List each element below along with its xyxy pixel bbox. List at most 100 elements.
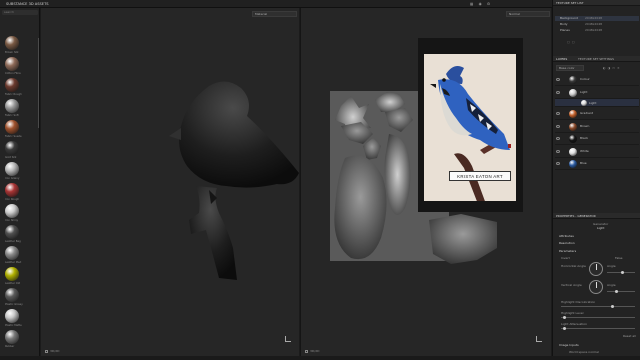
- app-title: SUBSTANCE 3D ASSETS: [6, 2, 49, 6]
- visibility-eye-icon[interactable]: [556, 162, 560, 165]
- material-label: Iron Grainy: [5, 177, 20, 180]
- layer-name: Blue: [580, 161, 587, 165]
- material-label: Plastic Matte: [5, 324, 22, 327]
- horizontal-angle-word: Angle: [607, 264, 616, 268]
- layer-row[interactable]: Blue: [555, 158, 639, 170]
- material-label: Iron Rough: [5, 198, 20, 201]
- camera-icon[interactable]: ◉: [479, 2, 484, 6]
- highlight-level-slider[interactable]: [561, 316, 635, 319]
- material-thumbnail[interactable]: [5, 246, 19, 260]
- visibility-eye-icon[interactable]: [556, 137, 560, 140]
- material-label: Gold Silk: [5, 156, 17, 159]
- layer-name: White: [580, 148, 589, 153]
- section-parameters[interactable]: Parameters: [559, 249, 576, 253]
- material-label: Cotton Fibre: [5, 72, 21, 75]
- texture-set-name: Background: [560, 16, 578, 20]
- bird-3d-model: [169, 81, 299, 280]
- generator-name[interactable]: Light: [597, 226, 605, 230]
- material-thumbnail[interactable]: [5, 141, 19, 155]
- material-label: Leather Old: [5, 282, 21, 285]
- material-thumbnail[interactable]: [5, 225, 19, 239]
- texture-set-row[interactable]: Planes 2048x2048: [555, 28, 639, 33]
- layer-thumbnail: [569, 160, 577, 168]
- material-thumbnail[interactable]: [5, 120, 19, 134]
- layer-row[interactable]: Light: [555, 99, 639, 107]
- reference-image-window[interactable]: KRISTA EATON ART: [418, 38, 523, 212]
- material-thumbnail[interactable]: [5, 162, 19, 176]
- settings-icon[interactable]: ⚙: [487, 2, 492, 6]
- asset-shelf: search Brown Silk Cotton Fibre Fabric Roug…: [0, 8, 40, 360]
- material-thumbnail[interactable]: [5, 78, 19, 92]
- invert-value[interactable]: False: [615, 256, 623, 260]
- material-thumbnail[interactable]: [5, 36, 19, 50]
- slider-knob[interactable]: [563, 327, 566, 330]
- viewport-3d[interactable]: Material 3D/2D: [41, 8, 299, 356]
- visibility-eye-icon[interactable]: [556, 90, 560, 94]
- viewport-3d-footer[interactable]: 3D/2D: [45, 349, 59, 353]
- material-thumbnail[interactable]: [5, 330, 19, 344]
- material-thumbnail[interactable]: [5, 183, 19, 197]
- texture-set-size: 2048x2048: [585, 28, 603, 32]
- visibility-eye-icon[interactable]: [556, 149, 560, 153]
- material-label: Fabric Soft: [5, 114, 19, 117]
- top-bar-icons: ▦ ◉ ⚙: [470, 2, 492, 6]
- blend-mode-dropdown[interactable]: Base color: [556, 65, 584, 71]
- right-panel: TEXTURE SET LIST Background 2048x2048 Body…: [552, 0, 640, 360]
- visibility-eye-icon[interactable]: [556, 78, 560, 81]
- layer-row[interactable]: Light: [555, 87, 639, 99]
- horizontal-angle-dial[interactable]: [589, 262, 603, 276]
- layer-row[interactable]: White: [555, 146, 639, 158]
- shelf-scrollbar[interactable]: [38, 38, 39, 128]
- slider-knob[interactable]: [615, 290, 618, 293]
- highlight-discoloration-label: Highlight Discoloration: [561, 300, 596, 304]
- checkbox-icon[interactable]: [305, 349, 308, 353]
- slider-knob[interactable]: [563, 316, 566, 319]
- layer-thumbnail: [569, 110, 577, 118]
- tab-layers[interactable]: LAYERS: [556, 56, 567, 62]
- horizontal-angle-slider[interactable]: [607, 271, 635, 274]
- section-attributes[interactable]: Attributes: [559, 234, 574, 238]
- layer-row[interactable]: Colour: [555, 74, 639, 86]
- texture-set-list-header: TEXTURE SET LIST: [553, 0, 640, 6]
- world-space-normal-input[interactable]: World space normal: [569, 350, 599, 354]
- visibility-eye-icon[interactable]: [556, 124, 560, 128]
- texture-set-row[interactable]: Body 2048x2048: [555, 22, 639, 27]
- layer-row[interactable]: Black: [555, 133, 639, 145]
- invert-label: Invert: [561, 256, 570, 260]
- layer-thumbnail: [569, 135, 577, 143]
- texture-set-row[interactable]: Background 2048x2048: [555, 16, 639, 21]
- axis-gizmo-2d: [536, 336, 542, 342]
- delete-icon[interactable]: ✕: [617, 66, 622, 70]
- light-attenuation-label: Light Attenuation: [561, 322, 588, 326]
- material-thumbnail[interactable]: [5, 267, 19, 281]
- light-attenuation-slider[interactable]: [561, 327, 635, 330]
- highlight-level-label: Highlight Level: [561, 311, 584, 315]
- material-thumbnail[interactable]: [5, 204, 19, 218]
- duplicate-icon[interactable]: ▢: [572, 40, 577, 44]
- layer-row[interactable]: Brown: [555, 121, 639, 133]
- layer-row[interactable]: Gradient: [555, 108, 639, 120]
- horizontal-angle-label: Horizontal Angle: [561, 264, 586, 268]
- section-resolution[interactable]: Resolution: [559, 241, 575, 245]
- layer-name: Light: [580, 89, 588, 94]
- visibility-eye-icon[interactable]: [556, 112, 560, 115]
- material-thumbnail[interactable]: [5, 309, 19, 323]
- material-thumbnail[interactable]: [5, 99, 19, 113]
- section-image-inputs[interactable]: Image Inputs: [559, 343, 579, 347]
- material-thumbnail[interactable]: [5, 57, 19, 71]
- vertical-angle-slider[interactable]: [607, 290, 635, 293]
- material-label: Fabric Suede: [5, 135, 22, 138]
- slider-knob[interactable]: [611, 305, 614, 308]
- reset-all-button[interactable]: Reset all: [623, 334, 636, 338]
- slider-knob[interactable]: [621, 271, 624, 274]
- material-thumbnail[interactable]: [5, 288, 19, 302]
- checkbox-icon[interactable]: [45, 349, 48, 353]
- highlight-discoloration-slider[interactable]: [561, 305, 635, 308]
- viewport-2d-footer[interactable]: 3D/2D: [305, 349, 319, 353]
- shelf-search-input[interactable]: search: [2, 10, 38, 15]
- layer-thumbnail: [569, 76, 577, 84]
- tab-texture-set-settings[interactable]: TEXTURE SET SETTINGS: [578, 56, 614, 62]
- grid-icon[interactable]: ▦: [470, 2, 475, 6]
- vertical-angle-dial[interactable]: [589, 280, 603, 294]
- layer-thumbnail: [569, 147, 577, 156]
